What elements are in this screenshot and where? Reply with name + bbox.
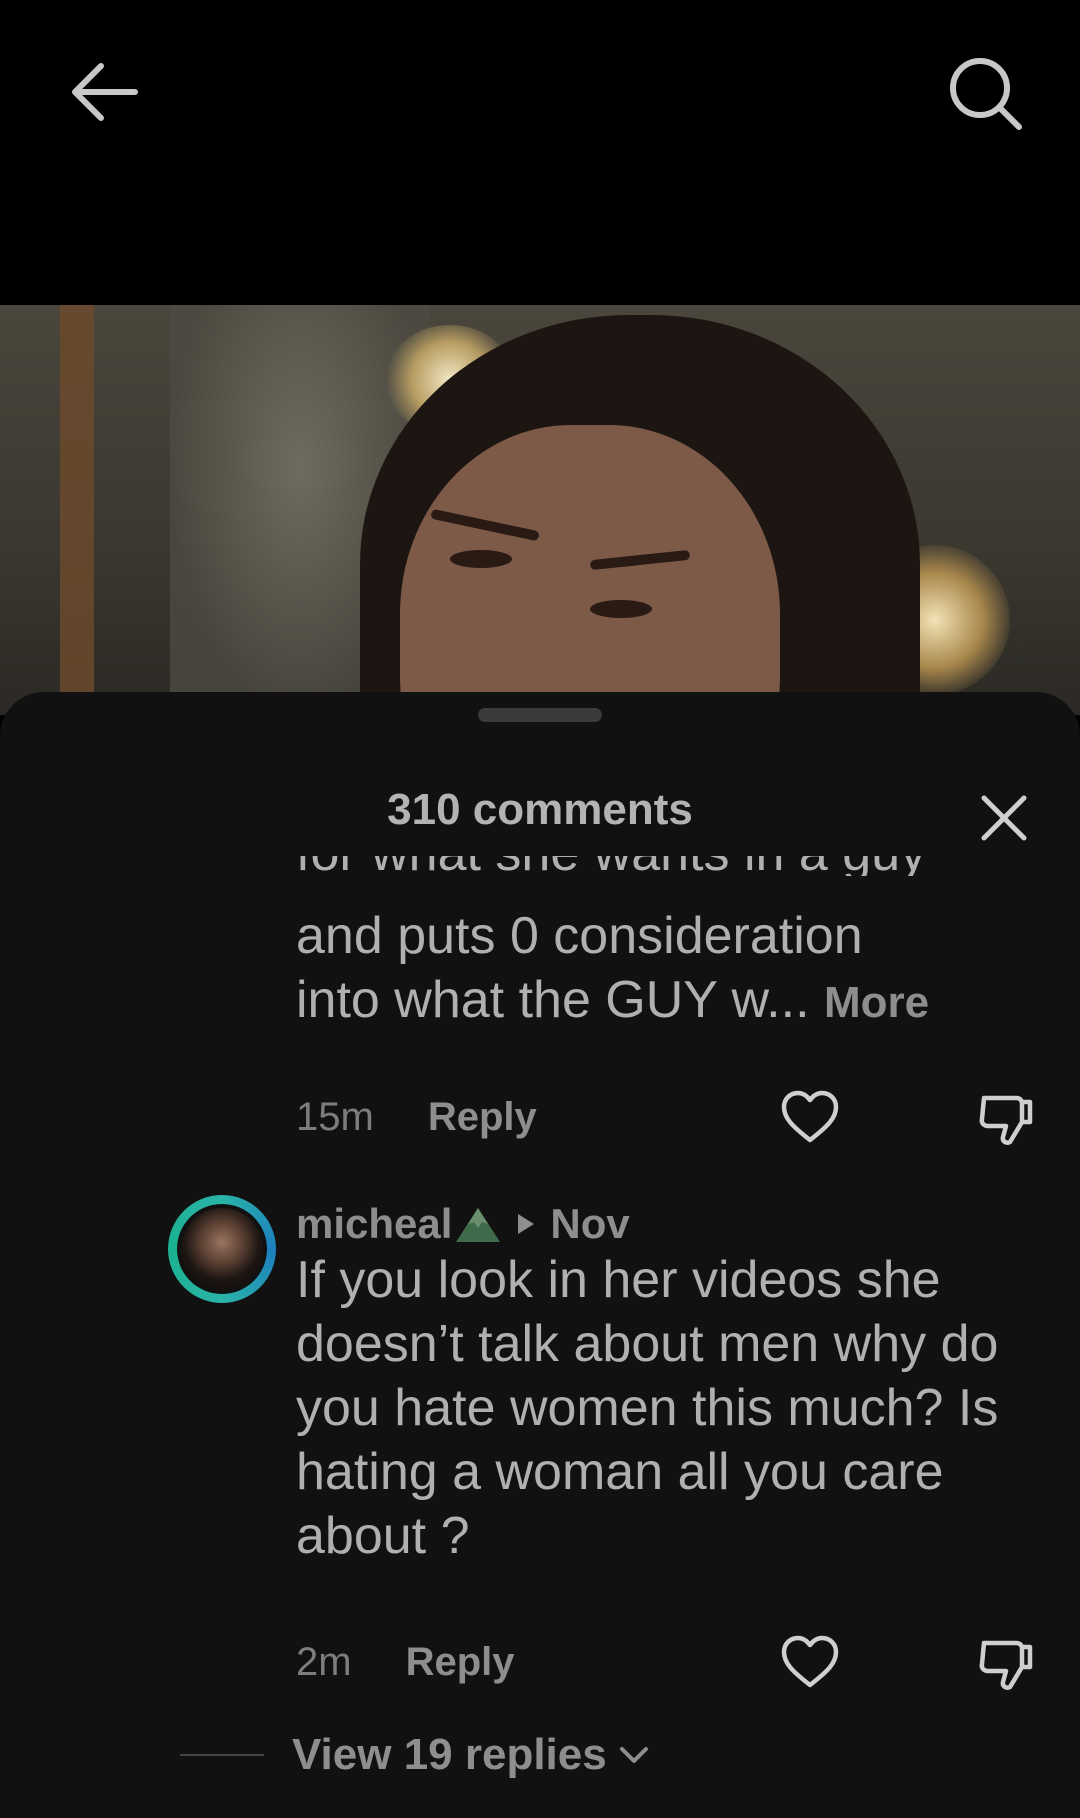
comment-time: 15m bbox=[296, 1094, 374, 1139]
comment-text-line-tail: into what the GUY w... bbox=[296, 971, 810, 1029]
search-button[interactable] bbox=[940, 48, 1032, 140]
close-icon bbox=[981, 795, 1027, 841]
comment-meta: 2m Reply bbox=[296, 1632, 515, 1692]
top-bar bbox=[0, 0, 1080, 305]
dislike-icon[interactable] bbox=[976, 1633, 1036, 1693]
comment-meta: 15m Reply bbox=[296, 1087, 537, 1147]
arrow-left-icon bbox=[72, 63, 138, 121]
triangle-right-icon bbox=[518, 1214, 535, 1234]
video-person-eye bbox=[590, 600, 652, 618]
chevron-down-icon bbox=[619, 1747, 648, 1763]
sheet-grabber[interactable] bbox=[478, 708, 602, 722]
reply-button[interactable]: Reply bbox=[428, 1095, 537, 1140]
comment-header: micheal Nov bbox=[296, 1196, 630, 1252]
comments-sheet: 310 comments for what she wants in a guy… bbox=[0, 692, 1080, 1818]
video-person-eye bbox=[450, 550, 512, 568]
search-icon bbox=[950, 58, 1022, 130]
video-preview[interactable] bbox=[0, 305, 1080, 715]
comment-text-line: into what the GUY w... More bbox=[296, 968, 1036, 1035]
mountain-emoji-icon bbox=[456, 1208, 501, 1242]
comment-text-line: and puts 0 consideration bbox=[296, 907, 863, 965]
dislike-icon[interactable] bbox=[976, 1088, 1036, 1148]
divider bbox=[180, 1754, 264, 1756]
video-door-frame bbox=[60, 305, 94, 715]
reply-button[interactable]: Reply bbox=[406, 1640, 515, 1685]
avatar[interactable] bbox=[168, 1195, 276, 1303]
comment-text: and puts 0 consideration into what the G… bbox=[296, 904, 1036, 1035]
heart-icon[interactable] bbox=[780, 1088, 840, 1148]
view-replies-button[interactable]: View 19 replies bbox=[180, 1725, 649, 1785]
heart-icon[interactable] bbox=[780, 1633, 840, 1693]
avatar-inner bbox=[177, 1204, 267, 1294]
comment-text: If you look in her videos she doesn’t ta… bbox=[296, 1251, 999, 1565]
comment-time: 2m bbox=[296, 1639, 352, 1684]
comments-count-title: 310 comments bbox=[387, 785, 693, 834]
comment-date: Nov bbox=[550, 1200, 630, 1247]
back-button[interactable] bbox=[60, 48, 148, 136]
more-link[interactable]: More bbox=[824, 978, 929, 1027]
close-button[interactable] bbox=[978, 792, 1030, 844]
view-replies-label: View 19 replies bbox=[292, 1730, 607, 1779]
comment-text-clipped: for what she wants in a guy bbox=[296, 856, 926, 876]
avatar-photo bbox=[181, 1208, 263, 1290]
username[interactable]: micheal bbox=[296, 1200, 452, 1248]
